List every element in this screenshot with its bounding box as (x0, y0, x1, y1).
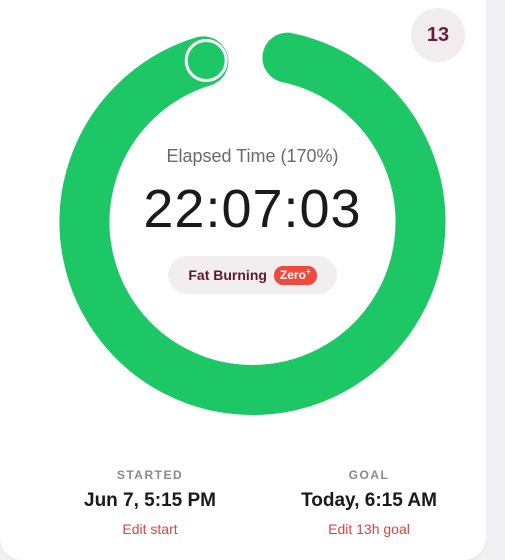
stage-label: Fat Burning (188, 267, 267, 283)
progress-knob[interactable] (184, 39, 228, 83)
goal-value: Today, 6:15 AM (301, 490, 437, 511)
goal-heading: GOAL (348, 468, 390, 482)
edit-start-link[interactable]: Edit start (28, 521, 272, 537)
zero-badge-plus: + (305, 266, 311, 276)
started-value: Jun 7, 5:15 PM (84, 490, 216, 511)
fasting-stage-pill[interactable]: Fat Burning Zero+ (168, 256, 337, 294)
started-heading: STARTED (116, 468, 184, 482)
zero-plus-badge: Zero+ (273, 265, 317, 285)
day-count-badge[interactable]: 13 (411, 8, 465, 62)
day-count-value: 13 (426, 23, 450, 46)
elapsed-time-label: Elapsed Time (170%) (166, 146, 339, 166)
edit-goal-link[interactable]: Edit 13h goal (247, 521, 491, 537)
started-section: STARTED Jun 7, 5:15 PM Edit start (28, 468, 272, 537)
goal-section: GOAL Today, 6:15 AM Edit 13h goal (247, 468, 491, 537)
elapsed-timer: 22:07:03 (143, 179, 362, 239)
zero-badge-text: Zero (279, 267, 306, 282)
